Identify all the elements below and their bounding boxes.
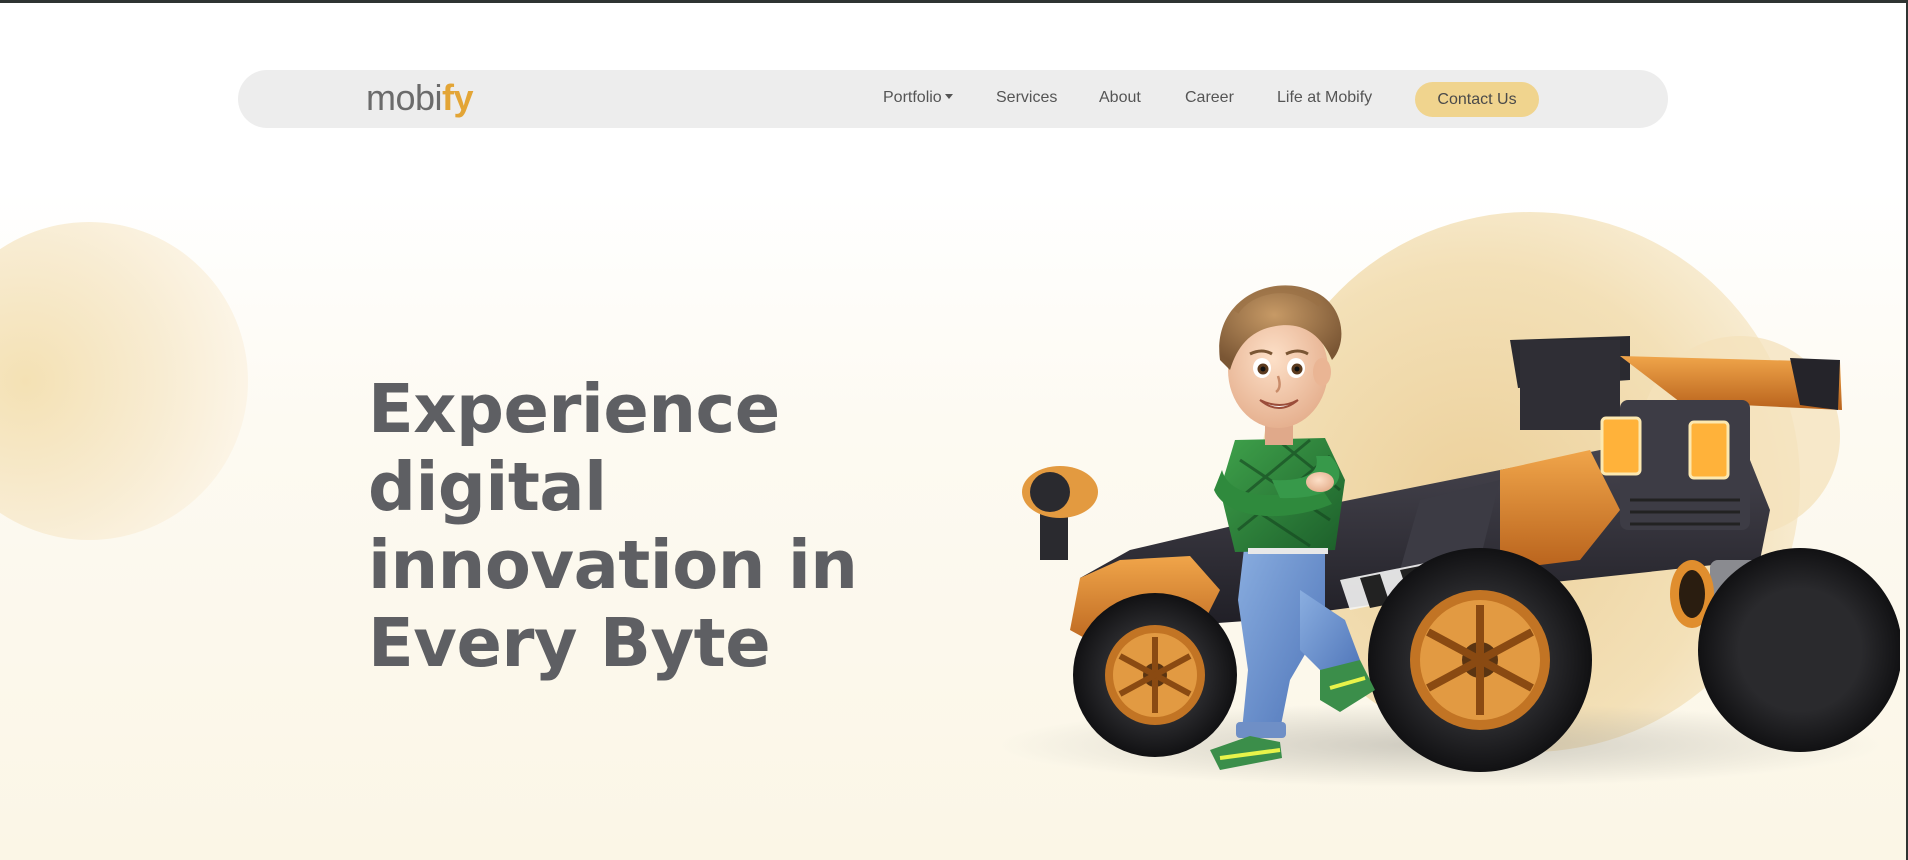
hero-illustration [1000, 285, 1900, 787]
buggy [1022, 336, 1900, 772]
rear-right-wheel [1698, 548, 1900, 752]
window-top-border [0, 0, 1908, 3]
hero-title: Experience digital innovation in Every B… [368, 370, 888, 682]
brand-logo[interactable]: mobi fy [366, 76, 474, 120]
nav-life-at-mobify-label: Life at Mobify [1277, 89, 1373, 106]
boy-hand [1306, 472, 1334, 492]
nav-about-label: About [1099, 89, 1141, 106]
spoiler-mount [1520, 340, 1620, 430]
nav-services[interactable]: Services [996, 84, 1057, 112]
front-wheel [1073, 593, 1237, 757]
hero-title-line: innovation in [368, 526, 858, 604]
rear-left-wheel [1368, 548, 1592, 772]
nav-portfolio-label: Portfolio [883, 89, 942, 106]
nav-about[interactable]: About [1099, 84, 1141, 112]
jeans-cuff [1236, 722, 1286, 738]
nav-career[interactable]: Career [1185, 84, 1234, 112]
hero-title-line: digital [368, 448, 607, 526]
hero-title-line: Every Byte [368, 604, 771, 682]
rear-light-left [1600, 416, 1642, 476]
logo-text-primary: mobi [366, 77, 443, 118]
logo-text-accent: fy [442, 77, 474, 118]
hero-title-line: Experience [368, 370, 780, 448]
boy-belt [1248, 548, 1328, 554]
rear-light-right [1688, 420, 1730, 480]
contact-us-button[interactable]: Contact Us [1415, 82, 1539, 117]
nav-career-label: Career [1185, 89, 1234, 106]
nav-services-label: Services [996, 89, 1058, 106]
caret-down-icon [944, 94, 953, 100]
nav-life-at-mobify[interactable]: Life at Mobify [1277, 84, 1372, 112]
nav-portfolio[interactable]: Portfolio [883, 84, 953, 112]
